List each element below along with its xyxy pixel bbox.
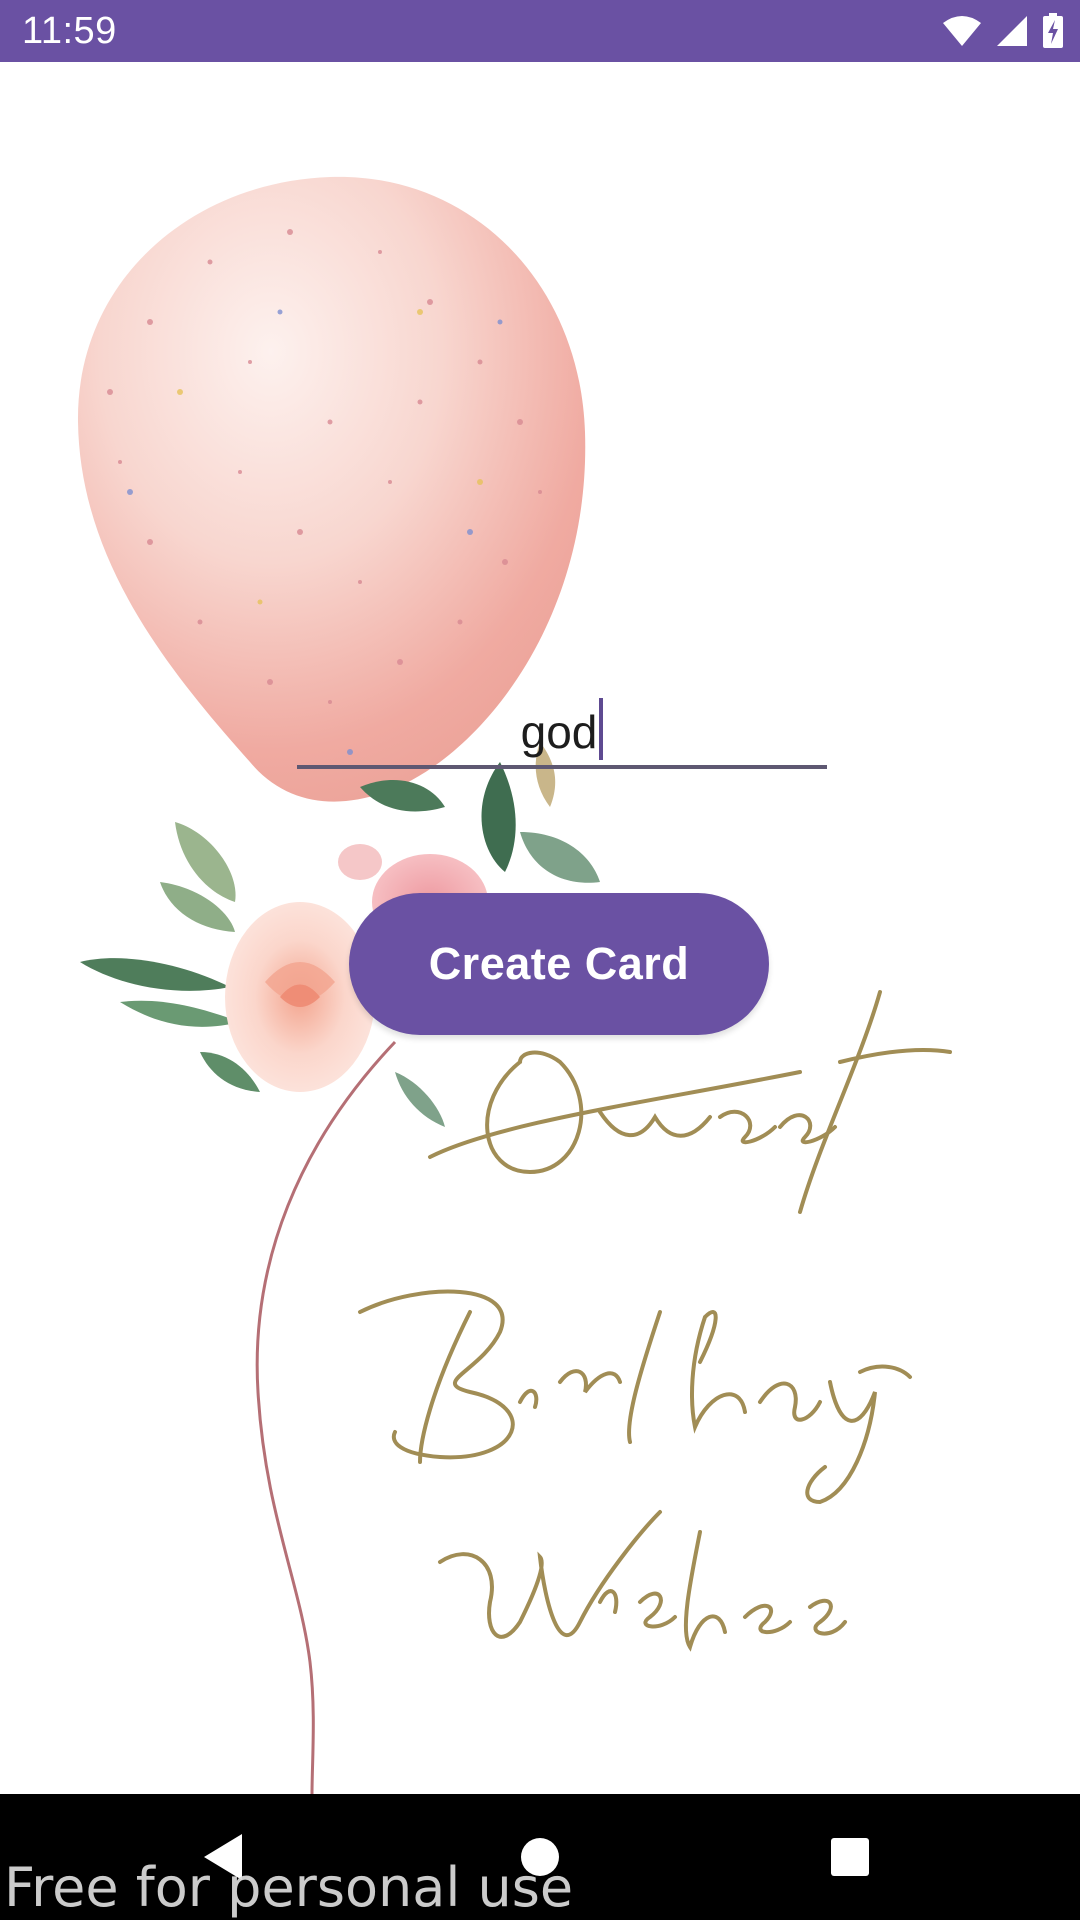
battery-charging-icon	[1042, 13, 1064, 49]
name-input-value-row[interactable]: god	[297, 698, 827, 760]
app-screen: 11:59 god Create Card Free for personal …	[0, 0, 1080, 1920]
status-bar: 11:59	[0, 0, 1080, 62]
name-input-field[interactable]: god	[297, 690, 827, 770]
status-icons	[942, 12, 1064, 50]
balloon-string	[255, 1040, 397, 1794]
input-underline	[297, 765, 827, 769]
wifi-icon	[942, 15, 982, 47]
cellular-signal-icon	[996, 15, 1028, 47]
create-card-button[interactable]: Create Card	[349, 893, 769, 1035]
watermark-text: Free for personal use	[4, 1856, 574, 1919]
sweet-birthday-wishes-lettering	[358, 990, 952, 1652]
recents-icon[interactable]	[815, 1822, 885, 1892]
name-input-text[interactable]: god	[521, 706, 598, 758]
status-time: 11:59	[22, 10, 117, 52]
text-cursor	[599, 698, 604, 760]
